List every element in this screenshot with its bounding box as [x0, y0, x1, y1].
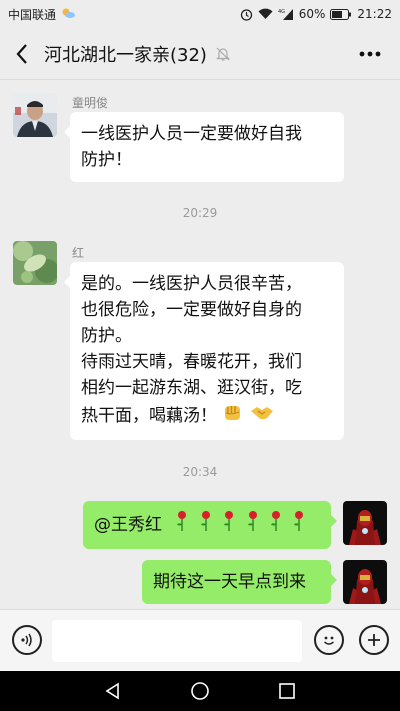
message-line: 防护。: [81, 326, 132, 346]
battery-icon: [330, 8, 352, 20]
message-bubble[interactable]: 是的。一线医护人员很辛苦， 也很危险，一定要做好自身的 防护。 待雨过天晴，春暖…: [64, 262, 344, 440]
timestamp: 20:29: [182, 206, 218, 220]
avatar[interactable]: [13, 241, 57, 285]
avatar[interactable]: [13, 93, 57, 137]
nav-recents-button[interactable]: [275, 679, 299, 703]
message-list: 童明俊 一线医护人员一定要做好自我 防护！ 20:29 红 是的。一线医护人员很…: [0, 81, 400, 609]
sender-name: 红: [72, 246, 85, 260]
message-line: 防护！: [81, 150, 132, 170]
emoji-button[interactable]: [314, 625, 344, 655]
weather-icon: [61, 7, 76, 22]
message-line: 也很危险，一定要做好自身的: [81, 300, 302, 320]
message-line: 是的。一线医护人员很辛苦，: [81, 274, 302, 294]
message-line: 一线医护人员一定要做好自我: [81, 124, 302, 144]
signal-icon: 4G: [278, 8, 294, 20]
message-text: 期待这一天早点到来: [153, 572, 306, 592]
message-line: 待雨过天晴，春暖花开，我们: [81, 352, 302, 372]
back-button[interactable]: [0, 28, 44, 80]
svg-text:4G: 4G: [278, 9, 285, 15]
rose-icon: [267, 510, 285, 540]
rose-icon: [290, 510, 308, 540]
circle-home-icon: [191, 682, 209, 700]
chat-title: 河北湖北一家亲(32): [44, 44, 207, 66]
more-functions-button[interactable]: [359, 625, 389, 655]
mention-text: @王秀红: [94, 515, 162, 535]
nav-back-button[interactable]: [101, 679, 125, 703]
rose-icon: [197, 510, 215, 540]
timestamp: 20:34: [182, 465, 218, 479]
message-bubble[interactable]: 一线医护人员一定要做好自我 防护！: [64, 112, 344, 182]
battery-label: 60%: [298, 7, 326, 21]
more-icon: [359, 51, 381, 57]
sender-name: 童明俊: [72, 96, 109, 110]
handshake-icon: [250, 401, 274, 431]
message-bubble[interactable]: 期待这一天早点到来: [142, 560, 337, 604]
message-line-text: 热干面，喝藕汤！: [81, 406, 217, 426]
message-bubble[interactable]: @王秀红: [83, 501, 337, 549]
nav-home-button[interactable]: [188, 679, 212, 703]
plus-icon: [368, 634, 380, 646]
rose-icon: [220, 510, 238, 540]
clock-label: 21:22: [357, 7, 392, 21]
avatar[interactable]: [343, 501, 387, 545]
message-line: 热干面，喝藕汤！: [81, 401, 333, 431]
mute-bell-icon: [215, 46, 231, 62]
system-nav-bar: [0, 671, 400, 711]
back-arrow-icon: [16, 43, 27, 64]
carrier-label: 中国联通: [8, 7, 57, 22]
rose-icon: [244, 510, 262, 540]
alarm-icon: [240, 8, 253, 21]
square-recents-icon: [278, 683, 295, 699]
fist-icon: [222, 401, 244, 431]
rose-icon: [173, 510, 191, 540]
voice-icon: [21, 633, 32, 647]
message-line: 相约一起游东湖、逛汉街，吃: [81, 378, 302, 398]
input-bar: [0, 609, 400, 671]
wifi-icon: [258, 8, 273, 20]
chat-header: 河北湖北一家亲(32): [0, 28, 400, 80]
status-bar: 中国联通 4G 60% 21:22: [0, 0, 400, 28]
smiley-icon: [324, 636, 334, 645]
triangle-back-icon: [105, 682, 120, 700]
message-input[interactable]: [52, 620, 302, 662]
more-button[interactable]: [358, 44, 382, 64]
voice-button[interactable]: [12, 625, 42, 655]
avatar[interactable]: [343, 560, 387, 604]
